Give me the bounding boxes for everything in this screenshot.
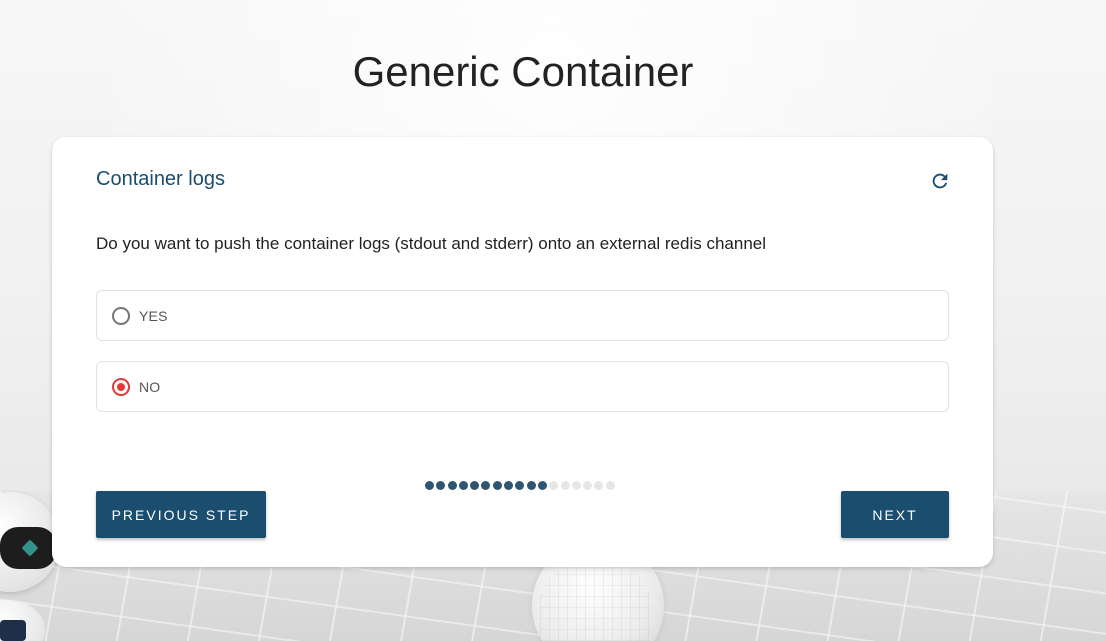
orb-circuit-pattern <box>540 560 650 641</box>
step-question: Do you want to push the container logs (… <box>96 234 767 253</box>
progress-dot <box>537 481 547 490</box>
progress-dot <box>549 481 559 490</box>
step-progress-indicator <box>425 481 615 491</box>
progress-dot <box>526 481 536 490</box>
option-yes[interactable]: YES <box>96 290 949 341</box>
progress-dot <box>594 481 604 490</box>
page-title: Generic Container <box>352 48 694 95</box>
progress-dot <box>470 481 480 490</box>
next-button[interactable]: NEXT <box>841 491 949 538</box>
progress-dot <box>571 481 581 490</box>
progress-dot <box>436 481 446 490</box>
progress-dot <box>447 481 457 490</box>
radio-yes[interactable] <box>112 306 130 325</box>
progress-dot <box>481 481 491 490</box>
progress-dot <box>504 481 514 490</box>
option-no[interactable]: NO <box>96 361 949 412</box>
progress-dot <box>605 481 615 490</box>
refresh-button[interactable] <box>926 167 954 195</box>
step-title: Container logs <box>96 168 225 190</box>
progress-dot <box>425 481 434 490</box>
progress-dot <box>583 481 593 490</box>
robot-screen <box>0 620 26 641</box>
progress-dot <box>458 481 468 490</box>
wizard-card: Container logs Do you want to push the c… <box>52 137 993 567</box>
option-no-label: NO <box>139 378 161 395</box>
progress-dot <box>492 481 502 490</box>
progress-dot <box>515 481 525 490</box>
progress-dot <box>560 481 570 490</box>
radio-no[interactable] <box>112 377 130 396</box>
previous-step-button[interactable]: PREVIOUS STEP <box>96 491 266 538</box>
robot-eye <box>0 527 56 569</box>
option-yes-label: YES <box>139 307 168 324</box>
refresh-icon <box>932 173 948 189</box>
